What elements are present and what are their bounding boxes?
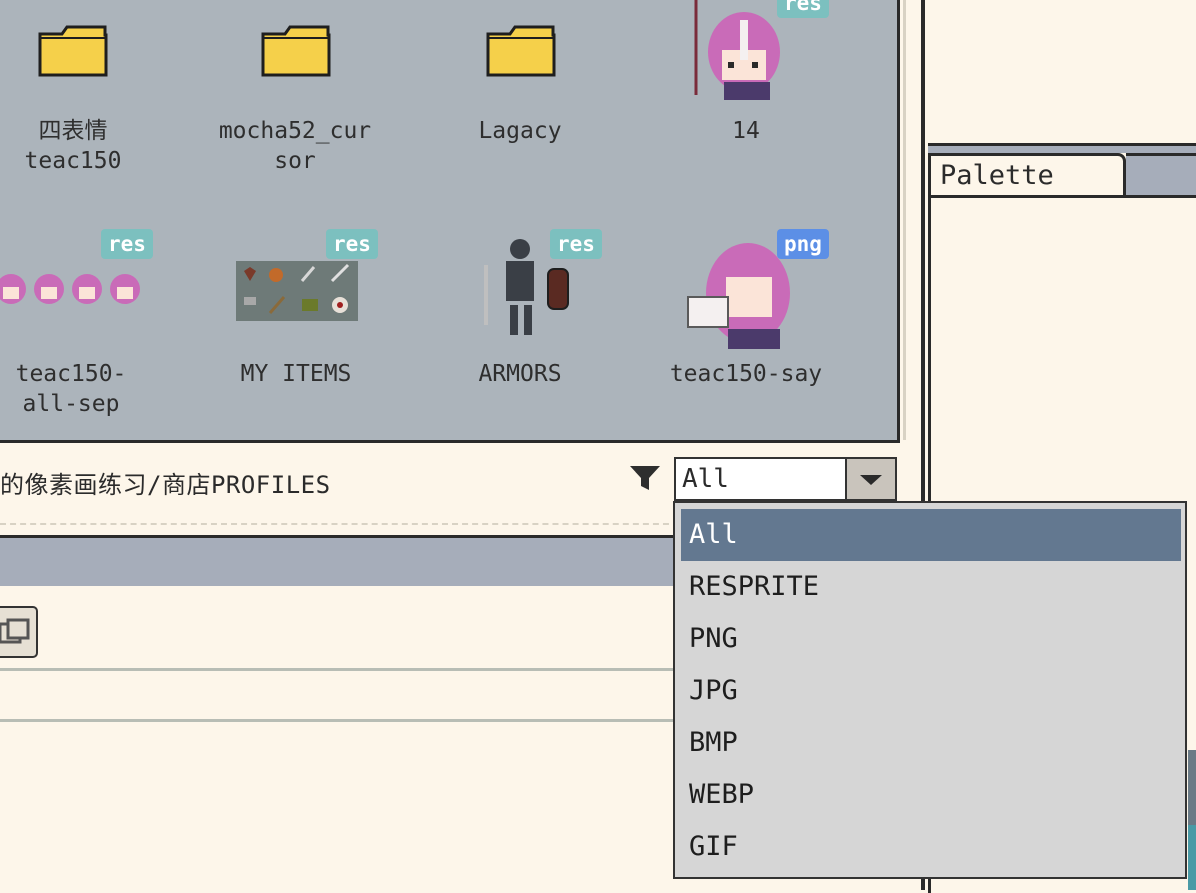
dropdown-toggle[interactable] bbox=[845, 459, 895, 499]
copy-button[interactable] bbox=[0, 606, 38, 658]
current-path: 的像素画练习/商店PROFILES bbox=[0, 471, 331, 499]
file-name: 四表情 teac150 bbox=[24, 118, 122, 174]
file-name: mocha52_cur sor bbox=[218, 118, 372, 174]
file-name: MY ITEMS bbox=[240, 361, 352, 387]
png-badge: png bbox=[777, 229, 829, 259]
file-tile-folder-2[interactable]: mocha52_cur sor bbox=[215, 0, 375, 200]
dropdown-option-webp[interactable]: WEBP bbox=[681, 769, 1181, 821]
right-top-pane bbox=[928, 0, 1196, 146]
copy-icon bbox=[0, 618, 30, 644]
file-tile-armors[interactable]: res ARMORS bbox=[440, 225, 602, 425]
file-name: teac150- all-sep bbox=[15, 361, 127, 417]
file-grid-panel: 四表情 teac150 mocha52_cur sor Lagacy res 1… bbox=[0, 0, 900, 443]
funnel-icon[interactable] bbox=[628, 464, 662, 492]
folder-icon bbox=[486, 25, 556, 77]
folder-icon bbox=[261, 25, 331, 77]
file-name: teac150-say bbox=[669, 361, 823, 387]
items-sheet-thumbnail bbox=[236, 261, 358, 321]
res-badge: res bbox=[777, 0, 829, 18]
res-badge: res bbox=[326, 229, 378, 259]
dropdown-option-jpg[interactable]: JPG bbox=[681, 665, 1181, 717]
sprite-strip-thumbnail bbox=[0, 274, 140, 304]
file-name: ARMORS bbox=[478, 361, 562, 387]
file-tile-folder-3[interactable]: Lagacy bbox=[440, 0, 600, 200]
dropdown-option-all[interactable]: All bbox=[681, 509, 1181, 561]
dropdown-option-resprite[interactable]: RESPRITE bbox=[681, 561, 1181, 613]
file-name: Lagacy bbox=[478, 118, 562, 144]
folder-icon bbox=[38, 25, 108, 77]
file-type-filter-select[interactable]: All bbox=[674, 457, 897, 501]
side-accent bbox=[1188, 825, 1196, 890]
tab-bar-filler bbox=[1126, 153, 1196, 195]
tab-palette[interactable]: Palette bbox=[928, 153, 1126, 195]
file-tile-14[interactable]: res 14 bbox=[666, 0, 829, 200]
tab-label: Palette bbox=[940, 160, 1054, 191]
res-badge: res bbox=[550, 229, 602, 259]
res-badge: res bbox=[101, 229, 153, 259]
file-tile-my-items[interactable]: res MY ITEMS bbox=[216, 225, 378, 425]
chevron-down-icon bbox=[860, 475, 882, 485]
dropdown-option-bmp[interactable]: BMP bbox=[681, 717, 1181, 769]
dropdown-option-png[interactable]: PNG bbox=[681, 613, 1181, 665]
file-name: 14 bbox=[732, 118, 760, 144]
filter-selected-value: All bbox=[682, 464, 729, 494]
file-type-dropdown-list: All RESPRITE PNG JPG BMP WEBP GIF bbox=[673, 501, 1187, 879]
file-tile-teac150-all-sep[interactable]: res teac150- all-sep bbox=[0, 225, 153, 425]
file-tile-folder-1[interactable]: 四表情 teac150 bbox=[0, 0, 153, 200]
file-tile-teac150-say[interactable]: png teac150-say bbox=[666, 225, 829, 425]
dropdown-option-gif[interactable]: GIF bbox=[681, 821, 1181, 873]
